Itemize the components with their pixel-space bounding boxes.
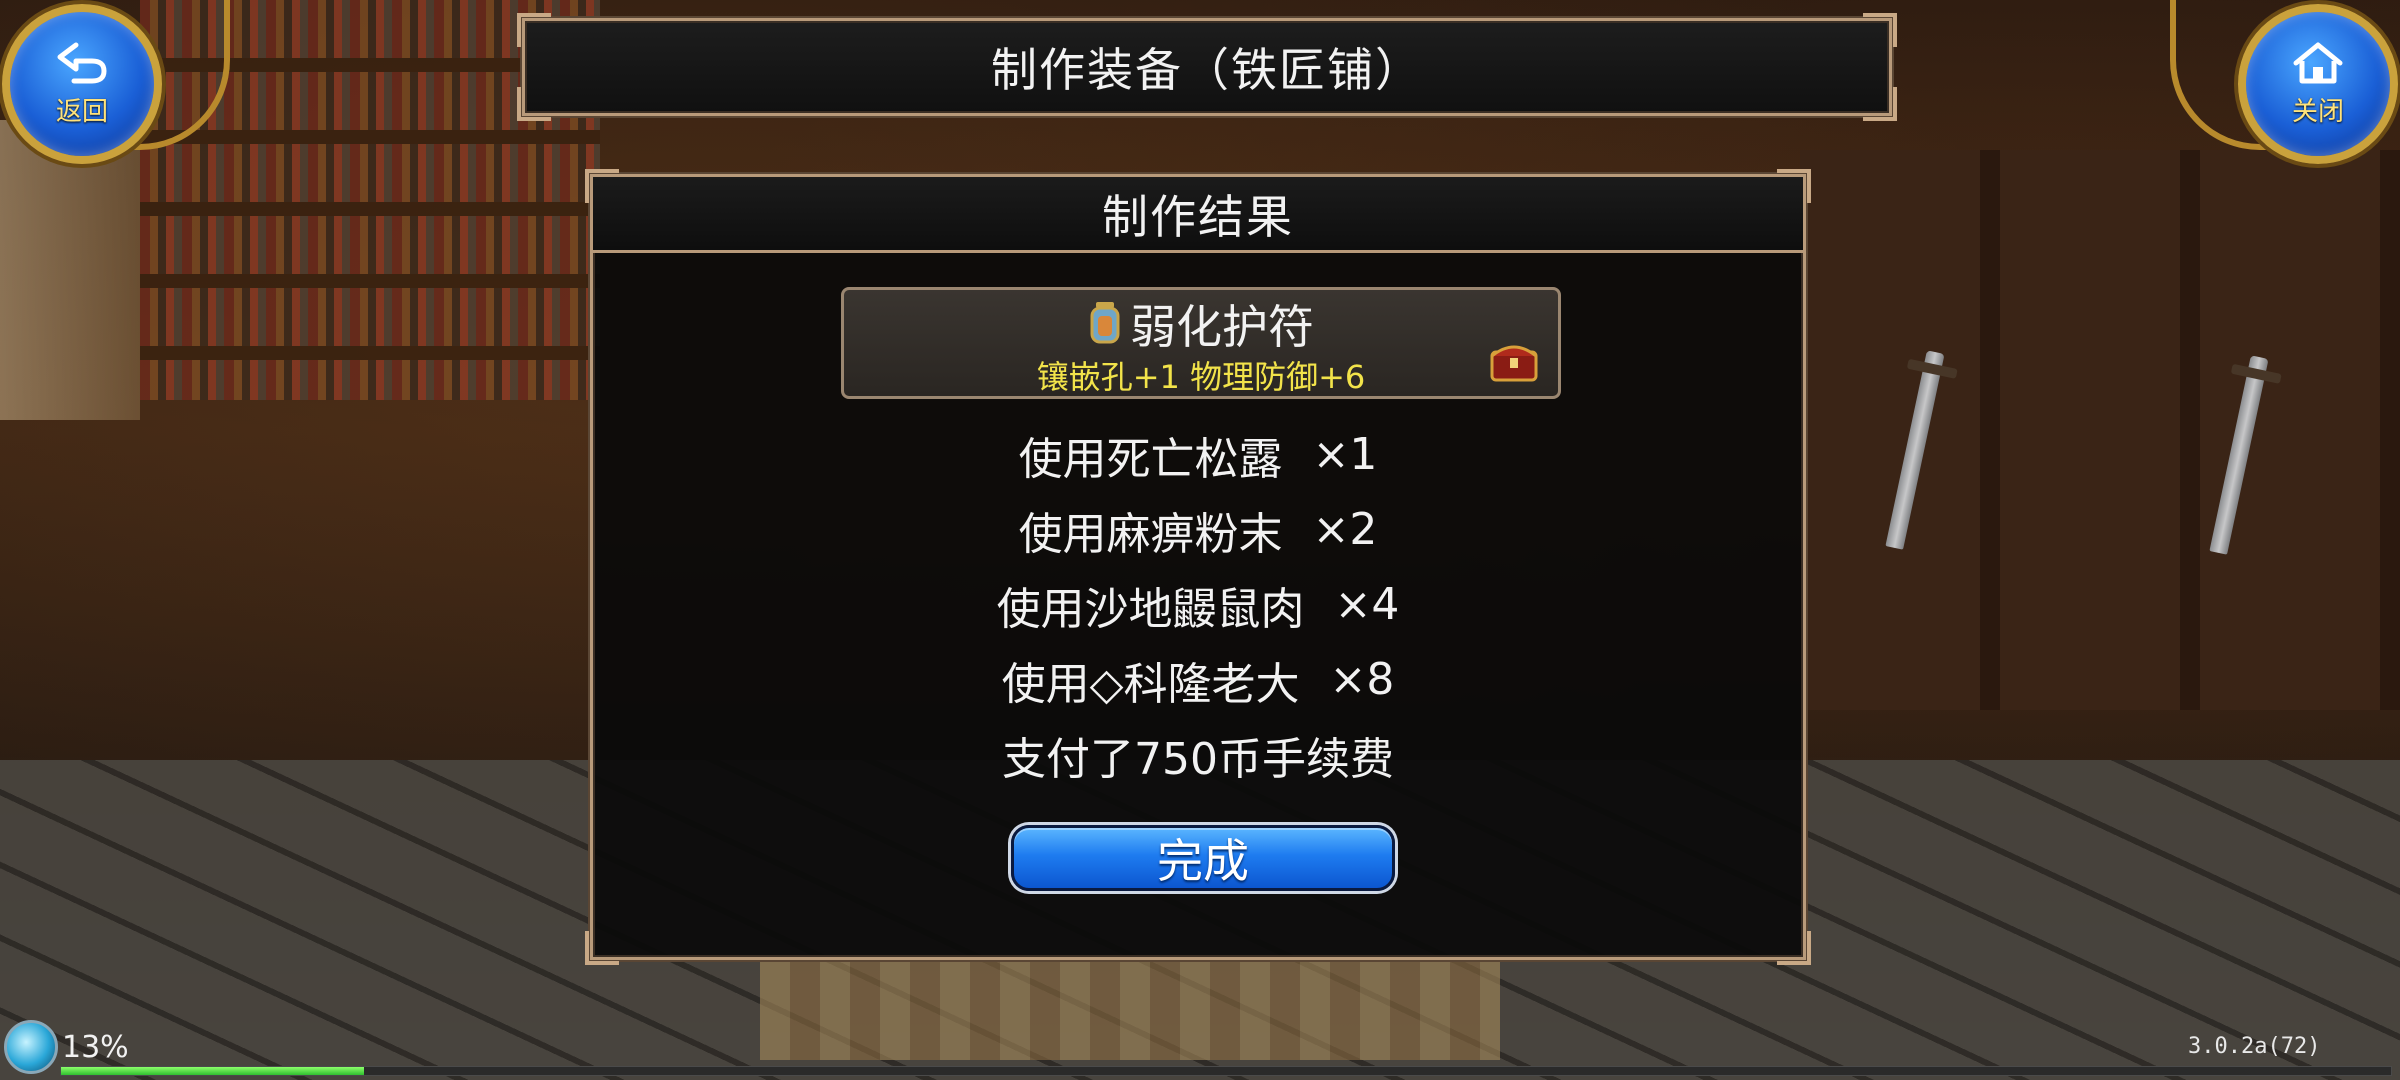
material-name: 使用◇科隆老大 — [1001, 658, 1300, 710]
material-name: 使用麻痹粉末 — [1018, 508, 1283, 560]
material-quantity: ×4 — [1334, 579, 1400, 630]
back-button[interactable]: 返回 — [2, 4, 162, 164]
frame-corner — [1863, 87, 1897, 121]
craft-result-dialog: 制作结果 弱化护符 镶嵌孔+1 物理防御+6 使用死亡松露 ×1 使用麻痹粉末 … — [585, 169, 1811, 965]
item-name-row: 弱化护符 — [844, 296, 1558, 354]
title-bar: 制作装备（铁匠铺） — [517, 13, 1897, 121]
progress-bar-fill — [61, 1067, 364, 1075]
frame-corner — [517, 13, 551, 47]
back-label: 返回 — [55, 96, 108, 127]
frame-corner — [1863, 13, 1897, 47]
crafted-item-card[interactable]: 弱化护符 镶嵌孔+1 物理防御+6 — [841, 287, 1561, 399]
background-wood-panels — [1800, 150, 2400, 710]
item-name: 弱化护符 — [1130, 300, 1314, 354]
material-quantity: ×8 — [1329, 654, 1395, 705]
material-name: 使用死亡松露 — [1018, 433, 1283, 485]
material-quantity: ×2 — [1312, 504, 1378, 555]
background-rug — [760, 960, 1500, 1060]
material-list: 使用死亡松露 ×1 使用麻痹粉末 ×2 使用沙地鼹鼠肉 ×4 使用◇科隆老大 ×… — [593, 417, 1803, 792]
close-button[interactable]: 关闭 — [2238, 4, 2398, 164]
progress-percent: 13% — [62, 1030, 129, 1065]
dialog-title: 制作结果 — [1102, 189, 1294, 244]
fee-text: 支付了750币手续费 — [1002, 733, 1394, 785]
background-wall — [0, 120, 140, 420]
treasure-chest-icon — [1490, 345, 1538, 382]
material-quantity: ×1 — [1312, 429, 1378, 480]
list-item: 使用麻痹粉末 ×2 — [593, 492, 1803, 567]
fee-line: 支付了750币手续费 — [593, 717, 1803, 792]
progress-bar — [60, 1066, 2392, 1076]
done-label: 完成 — [1157, 834, 1249, 888]
amulet-icon — [1090, 302, 1120, 344]
home-icon — [2293, 42, 2343, 83]
loading-orb-icon — [4, 1020, 58, 1074]
list-item: 使用◇科隆老大 ×8 — [593, 642, 1803, 717]
page-title: 制作装备（铁匠铺） — [991, 43, 1423, 97]
list-item: 使用死亡松露 ×1 — [593, 417, 1803, 492]
frame-corner — [1777, 931, 1811, 965]
game-screen: 返回 关闭 制作装备（铁匠铺） 制作结果 弱化护符 镶嵌孔+1 物理防御+6 使… — [0, 0, 2400, 1080]
done-button[interactable]: 完成 — [1011, 825, 1395, 891]
frame-corner — [517, 87, 551, 121]
close-label: 关闭 — [2291, 96, 2344, 127]
list-item: 使用沙地鼹鼠肉 ×4 — [593, 567, 1803, 642]
dialog-header: 制作结果 — [593, 177, 1803, 253]
material-name: 使用沙地鼹鼠肉 — [996, 583, 1305, 635]
back-arrow-icon — [57, 42, 107, 83]
item-stats: 镶嵌孔+1 物理防御+6 — [1036, 358, 1366, 396]
version-label: 3.0.2a(72) — [2188, 1034, 2321, 1059]
frame-corner — [585, 931, 619, 965]
